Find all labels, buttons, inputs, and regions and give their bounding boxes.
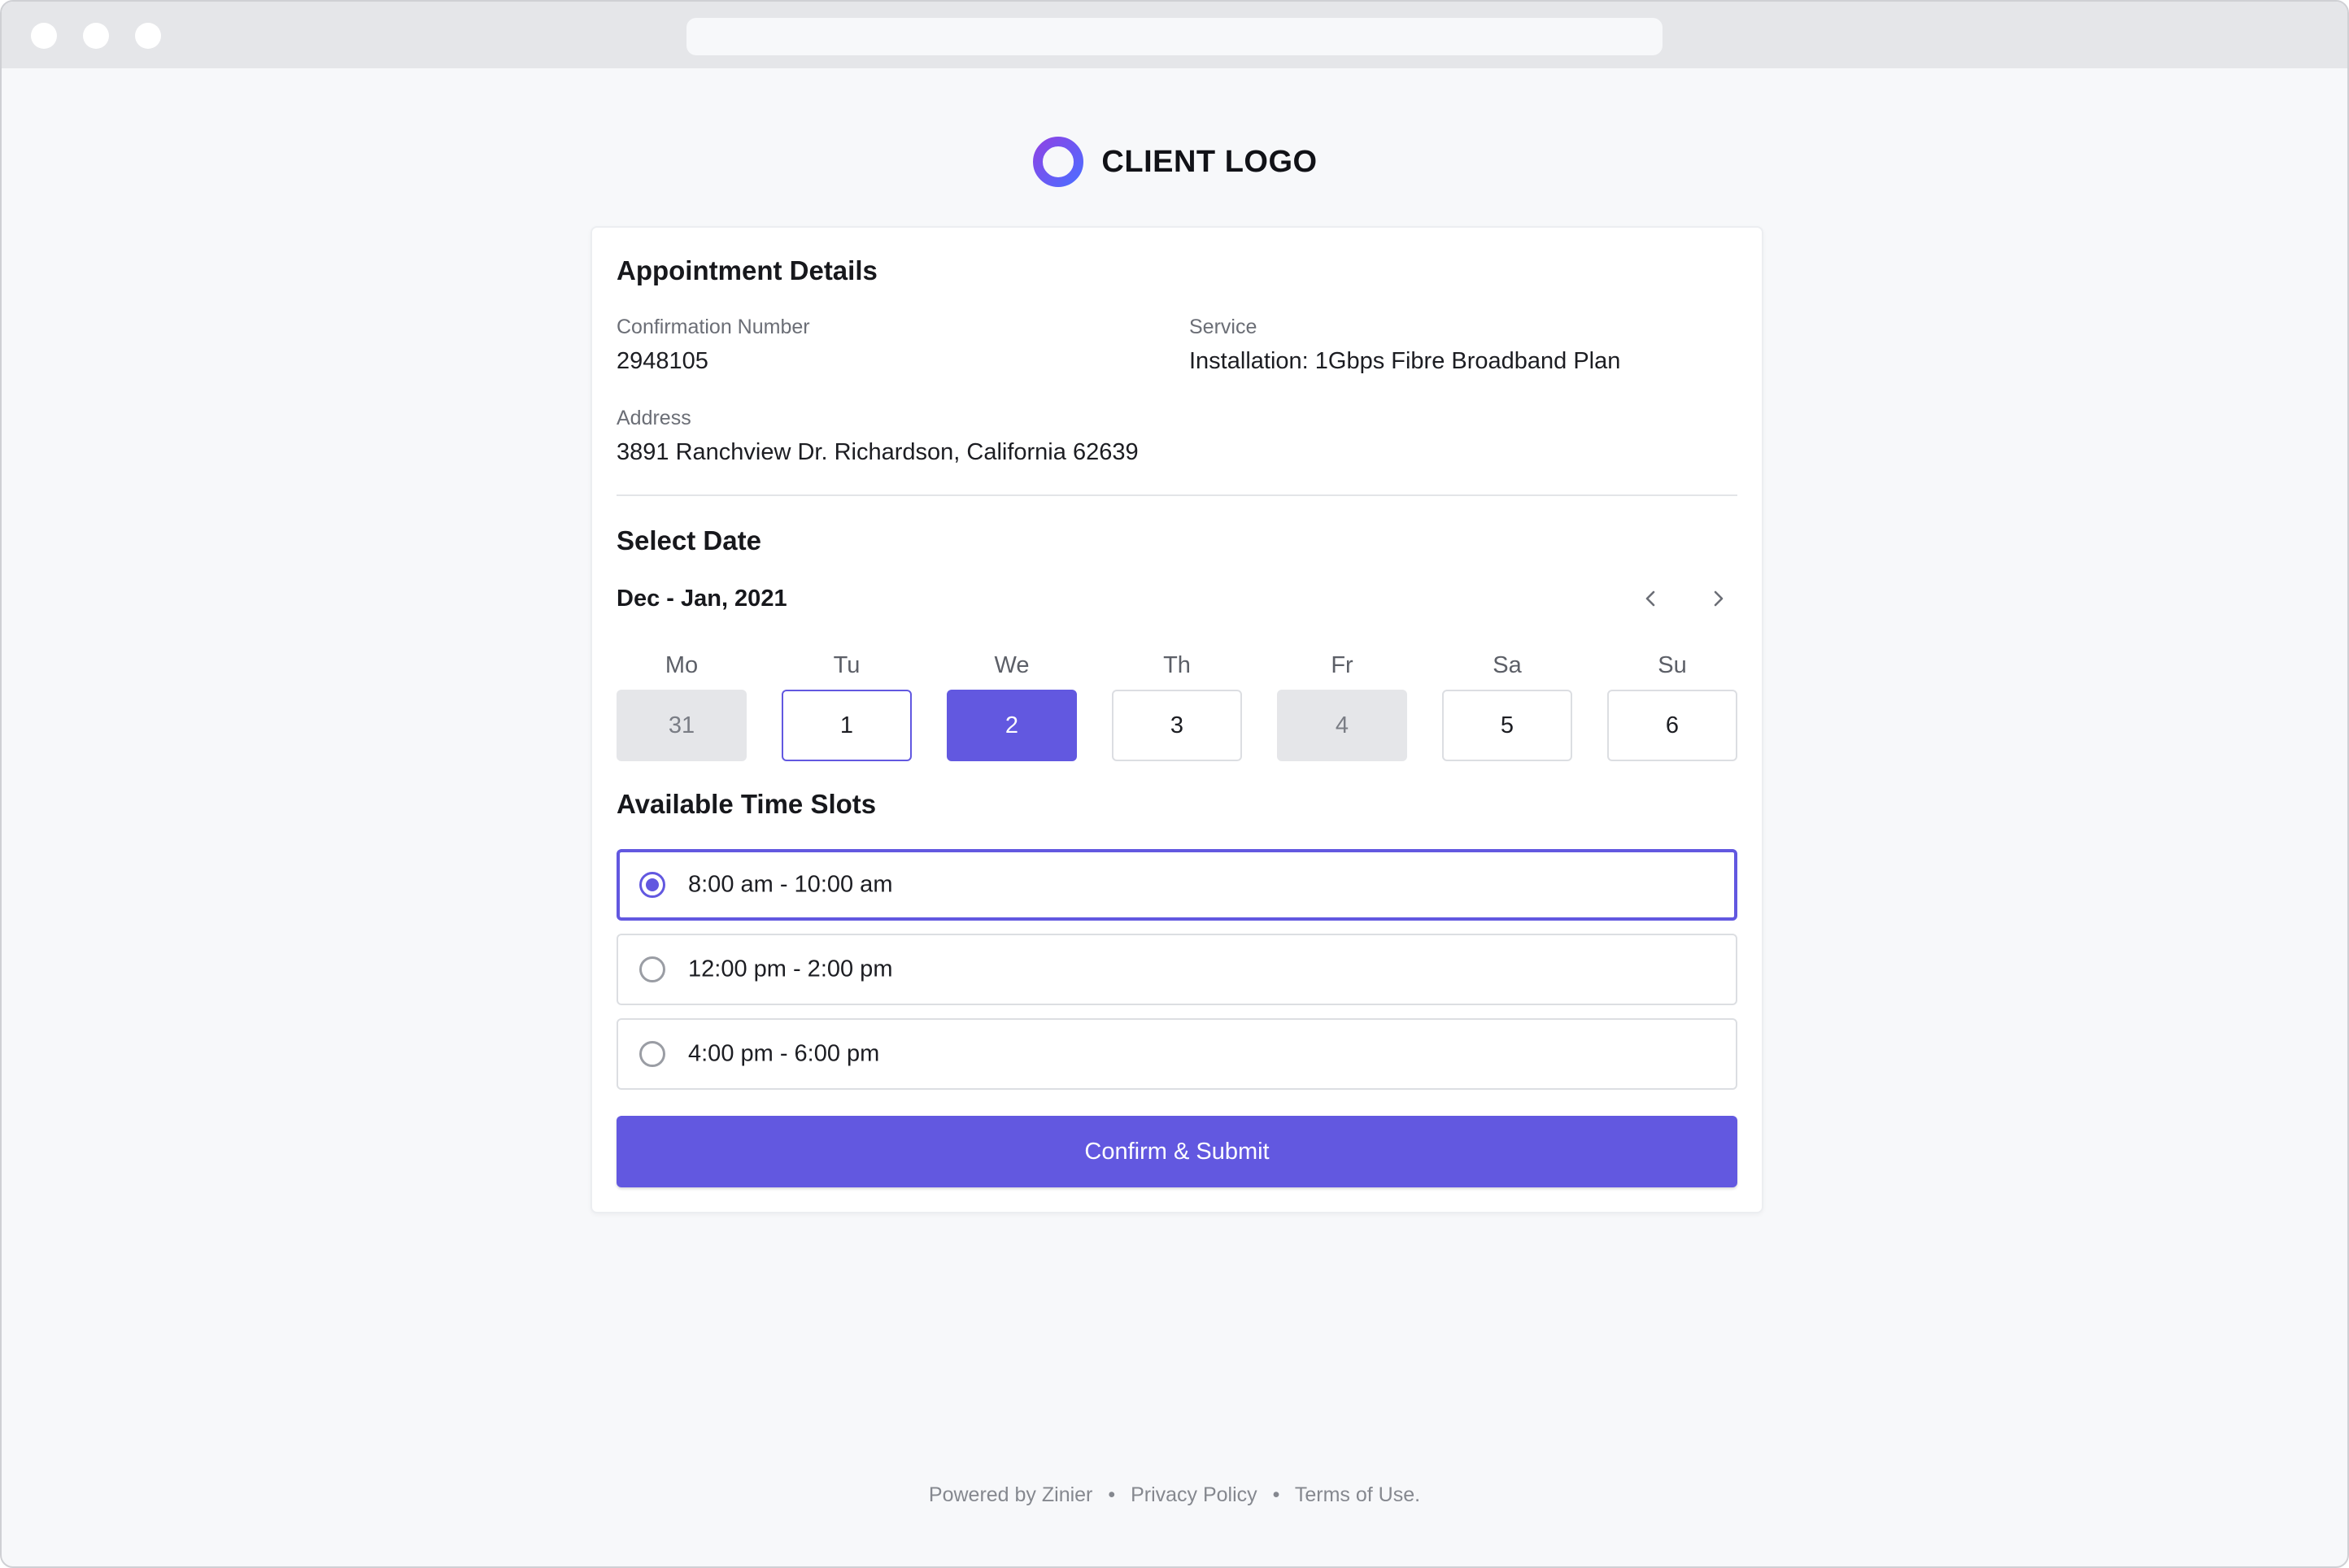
window-close-dot[interactable] <box>31 23 57 49</box>
window-minimize-dot[interactable] <box>83 23 109 49</box>
time-slot-label: 12:00 pm - 2:00 pm <box>688 956 893 982</box>
footer-separator: • <box>1272 1483 1280 1506</box>
radio-button[interactable] <box>639 956 665 982</box>
appointment-card: Appointment Details Confirmation Number … <box>591 226 1763 1213</box>
page-footer: Powered by Zinier • Privacy Policy • Ter… <box>2 1483 2347 1507</box>
confirmation-number-label: Confirmation Number <box>617 316 810 338</box>
date-range-label: Dec - Jan, 2021 <box>617 586 787 612</box>
chevron-right-icon <box>1714 590 1724 607</box>
time-slot-option[interactable]: 8:00 am - 10:00 am <box>617 849 1737 921</box>
weekday-label: Tu <box>833 652 861 678</box>
window-maximize-dot[interactable] <box>135 23 161 49</box>
next-week-button[interactable] <box>1700 581 1736 616</box>
service-value: Installation: 1Gbps Fibre Broadband Plan <box>1189 348 1621 374</box>
weekday-label: We <box>994 652 1030 678</box>
terms-of-use-link[interactable]: Terms of Use. <box>1295 1483 1420 1506</box>
address-bar[interactable] <box>686 18 1663 55</box>
logo-ring-icon <box>1033 137 1084 187</box>
confirm-submit-button[interactable]: Confirm & Submit <box>617 1116 1737 1187</box>
logo-text: CLIENT LOGO <box>1101 144 1318 179</box>
prev-week-button[interactable] <box>1633 581 1669 616</box>
time-slot-label: 8:00 am - 10:00 am <box>688 871 893 898</box>
powered-by-text: Powered by Zinier <box>928 1483 1093 1506</box>
radio-button[interactable] <box>639 872 665 898</box>
client-logo: CLIENT LOGO <box>2 133 2347 190</box>
browser-titlebar <box>2 2 2347 68</box>
time-slot-option[interactable]: 12:00 pm - 2:00 pm <box>617 934 1737 1005</box>
browser-window: CLIENT LOGO Appointment Details Confirma… <box>0 0 2349 1568</box>
date-cell-1[interactable]: 1 <box>782 690 912 761</box>
radio-button[interactable] <box>639 1041 665 1067</box>
privacy-policy-link[interactable]: Privacy Policy <box>1131 1483 1257 1506</box>
chevron-left-icon <box>1645 590 1655 607</box>
date-cell-2[interactable]: 2 <box>947 690 1077 761</box>
weekday-label: Su <box>1658 652 1687 678</box>
appointment-details-heading: Appointment Details <box>617 255 878 285</box>
weekday-label: Sa <box>1493 652 1522 678</box>
date-cell-4: 4 <box>1277 690 1407 761</box>
date-cell-3[interactable]: 3 <box>1112 690 1242 761</box>
weekday-label: Th <box>1163 652 1191 678</box>
select-date-heading: Select Date <box>617 525 761 555</box>
section-divider <box>617 494 1737 496</box>
date-cell-31: 31 <box>617 690 747 761</box>
date-cell-5[interactable]: 5 <box>1442 690 1572 761</box>
weekday-label: Mo <box>665 652 699 678</box>
footer-separator: • <box>1108 1483 1116 1506</box>
confirmation-number-value: 2948105 <box>617 348 708 374</box>
address-label: Address <box>617 407 691 429</box>
time-slots-heading: Available Time Slots <box>617 789 877 819</box>
date-cell-6[interactable]: 6 <box>1607 690 1737 761</box>
address-value: 3891 Ranchview Dr. Richardson, Californi… <box>617 439 1139 465</box>
time-slot-option[interactable]: 4:00 pm - 6:00 pm <box>617 1018 1737 1090</box>
weekday-label: Fr <box>1331 652 1353 678</box>
time-slot-label: 4:00 pm - 6:00 pm <box>688 1040 880 1067</box>
service-label: Service <box>1189 316 1257 338</box>
